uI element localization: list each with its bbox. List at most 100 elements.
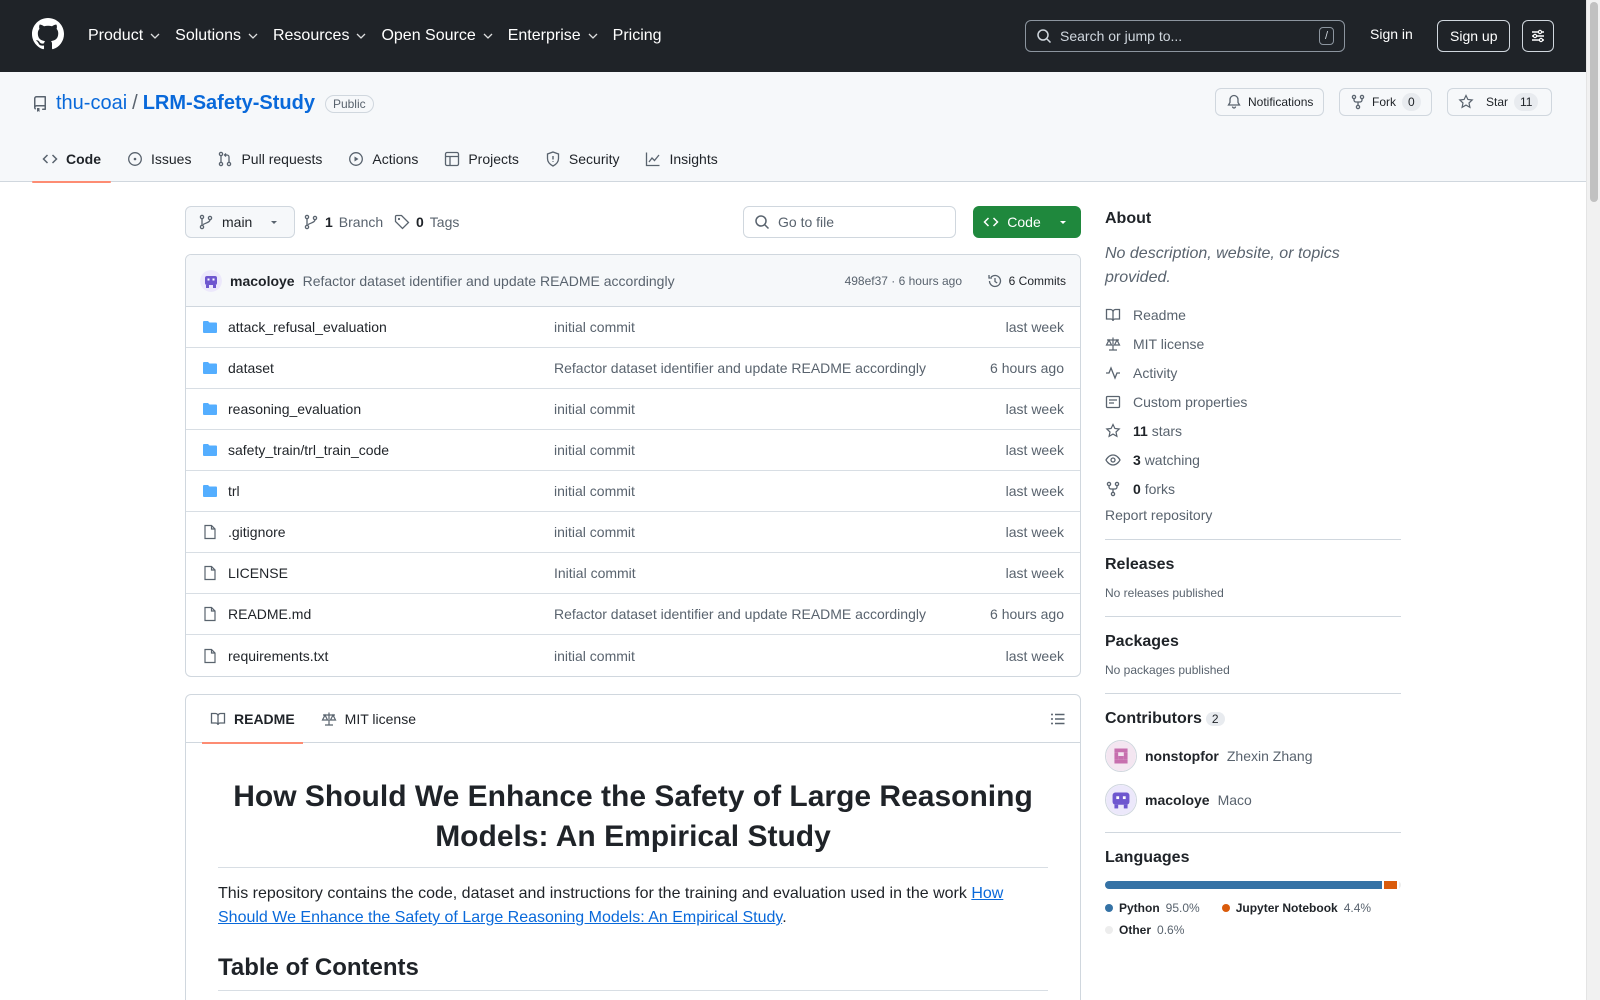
tab-insights[interactable]: Insights bbox=[635, 136, 727, 182]
nav-pricing[interactable]: Pricing bbox=[613, 27, 662, 45]
notifications-button[interactable]: Notifications bbox=[1215, 88, 1325, 116]
tab-label: Pull requests bbox=[241, 151, 323, 167]
readme-intro: This repository contains the code, datas… bbox=[218, 882, 1048, 930]
branches-link[interactable]: 1 Branch bbox=[303, 214, 383, 230]
top-nav: Product Solutions Resources Open Source … bbox=[88, 0, 676, 72]
file-row[interactable]: reasoning_evaluation initial commit last w… bbox=[186, 389, 1080, 430]
history-icon bbox=[988, 274, 1001, 287]
watchers-count: 3 bbox=[1133, 451, 1141, 468]
license-link[interactable]: MIT license bbox=[1105, 329, 1401, 358]
scrollbar-thumb[interactable] bbox=[1590, 2, 1598, 202]
code-dropdown-button[interactable]: Code bbox=[973, 206, 1081, 238]
settings-menu-button[interactable] bbox=[1522, 20, 1554, 52]
branch-selector[interactable]: main bbox=[185, 206, 296, 238]
file-row[interactable]: requirements.txt initial commit last week bbox=[186, 635, 1080, 676]
commits-history-link[interactable]: 6 Commits bbox=[987, 273, 1066, 289]
language-item[interactable]: Other 0.6% bbox=[1105, 919, 1184, 941]
file-commit-message[interactable]: Refactor dataset identifier and update R… bbox=[554, 606, 926, 622]
commit-message-link[interactable]: Refactor dataset identifier and update R… bbox=[303, 273, 675, 289]
file-name-link[interactable]: LICENSE bbox=[228, 565, 554, 581]
repo-name-link[interactable]: LRM-Safety-Study bbox=[143, 92, 315, 115]
page-scrollbar[interactable] bbox=[1586, 0, 1600, 1000]
file-commit-message[interactable]: initial commit bbox=[554, 401, 635, 417]
file-row[interactable]: README.md Refactor dataset identifier and… bbox=[186, 594, 1080, 635]
report-repository-link[interactable]: Report repository bbox=[1105, 507, 1401, 523]
file-row[interactable]: .gitignore initial commit last week bbox=[186, 512, 1080, 553]
tab-license[interactable]: MIT license bbox=[313, 695, 424, 743]
nav-solutions[interactable]: Solutions bbox=[175, 27, 259, 45]
file-commit-message[interactable]: Refactor dataset identifier and update R… bbox=[554, 360, 926, 376]
go-to-file-placeholder: Go to file bbox=[778, 214, 835, 230]
folder-icon bbox=[203, 321, 217, 333]
stars-link[interactable]: 11 stars bbox=[1105, 416, 1401, 445]
star-button[interactable]: Star 11 bbox=[1447, 88, 1552, 116]
tab-pull-requests[interactable]: Pull requests bbox=[207, 136, 332, 182]
nav-product[interactable]: Product bbox=[88, 27, 161, 45]
nav-enterprise[interactable]: Enterprise bbox=[508, 27, 599, 45]
releases-heading[interactable]: Releases bbox=[1105, 556, 1401, 574]
tab-actions[interactable]: Actions bbox=[338, 136, 428, 182]
fork-button[interactable]: Fork 0 bbox=[1339, 88, 1432, 116]
stars-label: stars bbox=[1151, 422, 1183, 439]
file-name-link[interactable]: requirements.txt bbox=[228, 648, 554, 664]
readme-tabs: README MIT license bbox=[186, 695, 1080, 744]
nav-resources[interactable]: Resources bbox=[273, 27, 367, 45]
github-logo-icon[interactable] bbox=[32, 18, 64, 50]
nav-open-source[interactable]: Open Source bbox=[381, 27, 493, 45]
file-name-link[interactable]: attack_refusal_evaluation bbox=[228, 319, 554, 335]
tab-projects[interactable]: Projects bbox=[434, 136, 529, 182]
intro-text: This repository contains the code, datas… bbox=[218, 885, 972, 902]
file-row[interactable]: safety_train/trl_train_code initial commi… bbox=[186, 430, 1080, 471]
sign-in-link[interactable]: Sign in bbox=[1370, 26, 1413, 42]
repo-sidebar: About No description, website, or topics… bbox=[1105, 210, 1401, 941]
file-commit-message[interactable]: initial commit bbox=[554, 442, 635, 458]
global-search-input[interactable]: Search or jump to... / bbox=[1025, 20, 1345, 52]
sidebar-divider bbox=[1105, 616, 1401, 617]
graph-icon bbox=[646, 152, 660, 167]
contributor-item[interactable]: macoloye Maco bbox=[1105, 784, 1401, 816]
language-item[interactable]: Python 95.0% bbox=[1105, 897, 1200, 919]
list-unordered-icon[interactable] bbox=[1050, 711, 1066, 727]
bell-icon bbox=[1227, 94, 1241, 109]
activity-link[interactable]: Activity bbox=[1105, 358, 1401, 387]
watchers-link[interactable]: 3 watching bbox=[1105, 445, 1401, 474]
tab-issues[interactable]: Issues bbox=[117, 136, 201, 182]
file-commit-message[interactable]: initial commit bbox=[554, 483, 635, 499]
sign-up-button[interactable]: Sign up bbox=[1437, 20, 1511, 52]
readme-link[interactable]: Readme bbox=[1105, 300, 1401, 329]
file-row[interactable]: LICENSE Initial commit last week bbox=[186, 553, 1080, 594]
file-name-link[interactable]: safety_train/trl_train_code bbox=[228, 442, 554, 458]
contributor-item[interactable]: nonstopfor Zhexin Zhang bbox=[1105, 740, 1401, 772]
packages-heading[interactable]: Packages bbox=[1105, 633, 1401, 651]
contributors-heading[interactable]: Contributors 2 bbox=[1105, 710, 1401, 728]
file-name-link[interactable]: .gitignore bbox=[228, 524, 554, 540]
file-row[interactable]: trl initial commit last week bbox=[186, 471, 1080, 512]
tab-security[interactable]: Security bbox=[535, 136, 630, 182]
commit-author-link[interactable]: macoloye bbox=[230, 273, 295, 289]
tab-code[interactable]: Code bbox=[32, 136, 111, 183]
forks-link[interactable]: 0 forks bbox=[1105, 474, 1401, 503]
play-icon bbox=[349, 152, 364, 166]
file-name-link[interactable]: reasoning_evaluation bbox=[228, 401, 554, 417]
file-commit-message[interactable]: initial commit bbox=[554, 524, 635, 540]
tab-readme[interactable]: README bbox=[202, 695, 303, 744]
nav-label: Product bbox=[88, 27, 144, 44]
repo-owner-link[interactable]: thu-coai bbox=[56, 92, 127, 115]
commit-meta[interactable]: 498ef37 · 6 hours ago bbox=[845, 274, 962, 288]
about-heading: About bbox=[1105, 210, 1152, 227]
file-commit-message[interactable]: initial commit bbox=[554, 648, 635, 664]
file-name-link[interactable]: dataset bbox=[228, 360, 554, 376]
tags-link[interactable]: 0 Tags bbox=[394, 214, 459, 230]
language-item[interactable]: Jupyter Notebook 4.4% bbox=[1221, 897, 1371, 919]
file-row[interactable]: dataset Refactor dataset identifier and u… bbox=[186, 348, 1080, 389]
file-commit-message[interactable]: Initial commit bbox=[554, 565, 636, 581]
file-name-link[interactable]: trl bbox=[228, 483, 554, 499]
file-name-link[interactable]: README.md bbox=[228, 606, 554, 622]
file-commit-message[interactable]: initial commit bbox=[554, 319, 635, 335]
avatar[interactable] bbox=[200, 269, 222, 292]
custom-properties-link[interactable]: Custom properties bbox=[1105, 387, 1401, 416]
pull-request-icon bbox=[219, 151, 232, 167]
chevron-down-icon bbox=[588, 33, 598, 39]
go-to-file-input[interactable]: Go to file bbox=[743, 206, 956, 238]
file-row[interactable]: attack_refusal_evaluation initial commit l… bbox=[186, 307, 1080, 348]
